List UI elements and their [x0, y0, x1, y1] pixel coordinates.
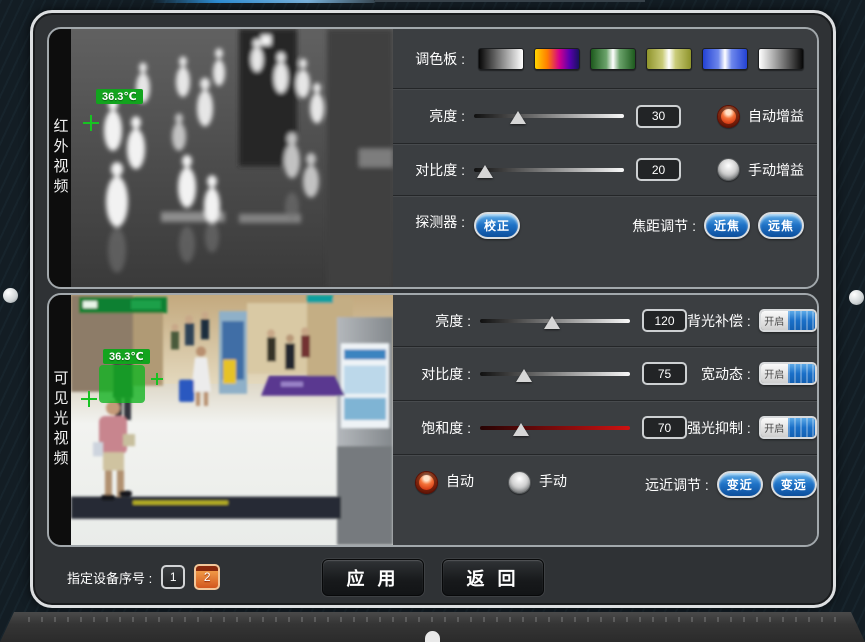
vis-brightness-slider[interactable]: [480, 312, 630, 330]
auto-gain-label: 自动增益: [748, 106, 804, 126]
auto-mode-radio[interactable]: [415, 471, 438, 494]
zoom-near-button[interactable]: 变近: [717, 471, 763, 498]
palette-swatch-iron[interactable]: [534, 48, 580, 70]
slider-track: [474, 168, 624, 172]
side-knob-left: [3, 288, 18, 303]
vis-contrast-value: 75: [642, 362, 687, 385]
zoom-far-button[interactable]: 变远: [771, 471, 817, 498]
slider-thumb[interactable]: [544, 316, 560, 329]
backlight-label: 背光补偿 :: [687, 311, 751, 331]
vis-contrast-row: 对比度 : 75 宽动态 : 开启: [393, 346, 819, 400]
vis-detection-tick: [151, 373, 163, 385]
stand-notch: [425, 631, 440, 642]
infrared-section: 红外视频: [47, 27, 819, 289]
infrared-controls-panel: 调色板 : 亮度 : 30: [393, 29, 818, 287]
slider-thumb[interactable]: [510, 111, 526, 124]
backlight-toggle[interactable]: 开启: [759, 309, 817, 332]
vis-contrast-slider[interactable]: [480, 365, 630, 383]
detector-row: 探测器 : 校正 焦距调节 : 近焦 远焦: [393, 195, 818, 287]
manual-mode-radio[interactable]: [508, 471, 531, 494]
toggle-state-text: 开启: [761, 418, 788, 437]
top-accent-line-2: [375, 0, 645, 2]
palette-swatch-yellow-green[interactable]: [646, 48, 692, 70]
vis-detection-box: [99, 365, 145, 403]
vis-brightness-label: 亮度 :: [401, 311, 471, 331]
slider-track: [474, 114, 624, 118]
device-1-button[interactable]: 1: [161, 565, 185, 589]
palette-swatch-white-hot[interactable]: [478, 48, 524, 70]
manual-gain-label: 手动增益: [748, 160, 804, 180]
zoom-adjust-label: 远近调节 :: [645, 475, 709, 495]
highlight-suppress-label: 强光抑制 :: [687, 418, 751, 438]
ir-contrast-slider[interactable]: [474, 161, 624, 179]
manual-gain-radio[interactable]: [717, 158, 740, 181]
infrared-video-feed: 36.3℃: [71, 29, 393, 287]
vis-mode-row: 自动 手动 远近调节 : 变近 变远: [393, 454, 819, 545]
vis-saturation-label: 饱和度 :: [401, 418, 471, 438]
wdr-toggle[interactable]: 开启: [759, 362, 817, 385]
vis-brightness-row: 亮度 : 120 背光补偿 : 开启: [393, 295, 819, 346]
toggle-on-indicator: [788, 418, 815, 437]
ir-crosshair-marker: [83, 115, 99, 131]
vis-crosshair-marker: [81, 391, 97, 407]
thermal-scene-image: [71, 29, 393, 287]
highlight-suppress-toggle[interactable]: 开启: [759, 416, 817, 439]
ir-contrast-row: 对比度 : 20 手动增益: [393, 143, 818, 195]
slider-track: [480, 372, 630, 376]
vis-saturation-row: 饱和度 : 70 强光抑制 : 开启: [393, 400, 819, 454]
device-number-label: 指定设备序号 :: [67, 568, 152, 587]
device-frame: 红外视频: [0, 0, 865, 642]
toggle-state-text: 开启: [761, 311, 788, 330]
auto-mode-label: 自动: [446, 471, 474, 491]
far-focus-button[interactable]: 远焦: [758, 212, 804, 239]
ir-temperature-overlay: 36.3℃: [96, 89, 143, 104]
ir-brightness-slider[interactable]: [474, 107, 624, 125]
device-2-button[interactable]: 2: [194, 564, 220, 590]
top-accent-line: [150, 0, 375, 3]
monitor-bezel: 红外视频: [30, 10, 836, 608]
ir-brightness-value: 30: [636, 105, 681, 128]
ir-brightness-row: 亮度 : 30 自动增益: [393, 88, 818, 143]
ir-brightness-label: 亮度 :: [401, 106, 465, 126]
ir-contrast-value: 20: [636, 158, 681, 181]
visible-video-feed: 36.3℃: [71, 295, 393, 545]
visible-section-label: 可见光视频: [49, 295, 71, 545]
palette-swatch-blue[interactable]: [702, 48, 748, 70]
slider-thumb[interactable]: [477, 165, 493, 178]
detector-label: 探测器 :: [401, 212, 465, 232]
ir-contrast-label: 对比度 :: [401, 160, 465, 180]
manual-mode-label: 手动: [539, 471, 567, 491]
toggle-on-indicator: [788, 364, 815, 383]
palette-label: 调色板 :: [401, 49, 465, 69]
speaker-grille: [28, 617, 837, 622]
vis-saturation-value: 70: [642, 416, 687, 439]
footer-bar: 指定设备序号 : 1 2 应 用 返 回: [47, 551, 819, 603]
infrared-section-label: 红外视频: [49, 29, 71, 287]
vis-brightness-value: 120: [642, 309, 687, 332]
focus-adjust-label: 焦距调节 :: [632, 216, 696, 236]
palette-swatches: [478, 48, 804, 70]
auto-gain-radio[interactable]: [717, 105, 740, 128]
slider-track: [480, 426, 630, 430]
slider-thumb[interactable]: [516, 369, 532, 382]
side-knob-right: [849, 290, 864, 305]
palette-row: 调色板 :: [393, 29, 818, 88]
near-focus-button[interactable]: 近焦: [704, 212, 750, 239]
visible-scene-image: [71, 295, 393, 545]
vis-temperature-overlay: 36.3℃: [103, 349, 150, 364]
visible-controls-panel: 亮度 : 120 背光补偿 : 开启 对比度 :: [393, 295, 819, 545]
apply-button[interactable]: 应 用: [322, 559, 424, 596]
toggle-state-text: 开启: [761, 364, 788, 383]
slider-thumb[interactable]: [513, 423, 529, 436]
vis-saturation-slider[interactable]: [480, 419, 630, 437]
calibrate-button[interactable]: 校正: [474, 212, 520, 239]
palette-swatch-green[interactable]: [590, 48, 636, 70]
vis-contrast-label: 对比度 :: [401, 364, 471, 384]
wdr-label: 宽动态 :: [701, 364, 751, 384]
toggle-on-indicator: [788, 311, 815, 330]
palette-swatch-black-hot[interactable]: [758, 48, 804, 70]
back-button[interactable]: 返 回: [442, 559, 544, 596]
visible-light-section: 可见光视频: [47, 293, 819, 547]
